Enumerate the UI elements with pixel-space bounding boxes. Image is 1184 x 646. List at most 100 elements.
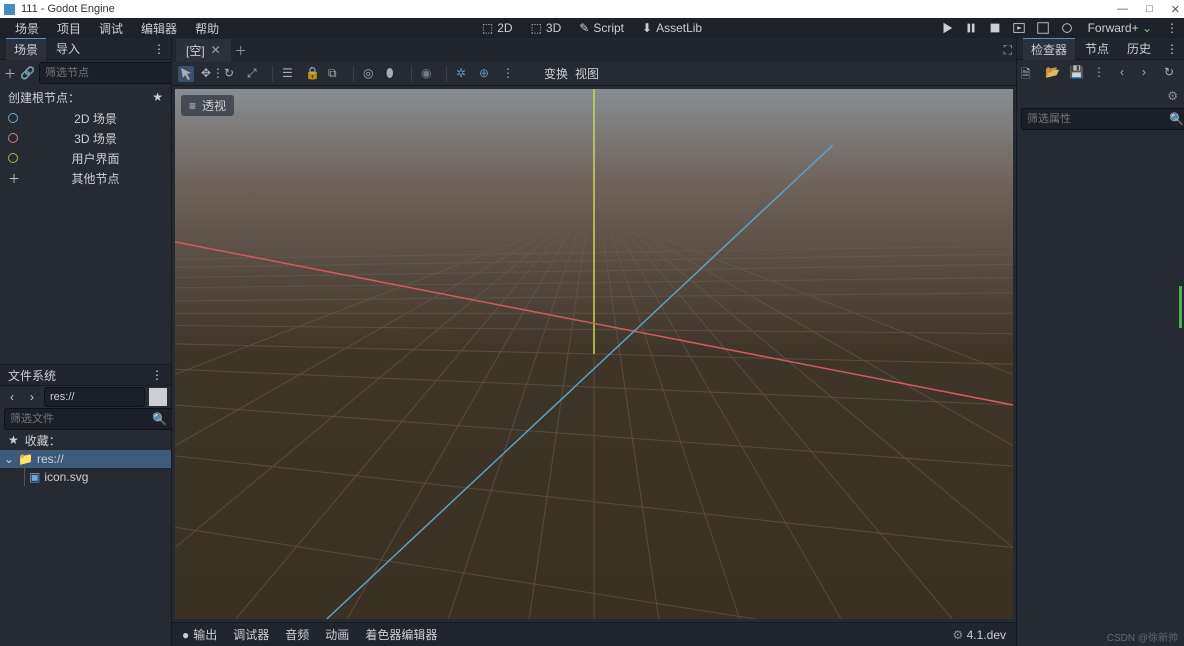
- split-mode-button[interactable]: [149, 388, 167, 406]
- minimize-button[interactable]: —: [1117, 3, 1128, 16]
- create-3d-scene[interactable]: 3D 场景: [0, 128, 171, 148]
- play-icon[interactable]: [940, 21, 954, 35]
- audio-tab[interactable]: 音频: [285, 626, 309, 643]
- create-root-label: 创建根节点： ★: [0, 86, 171, 108]
- scene-search-input[interactable]: [45, 67, 187, 79]
- object-menu-icon[interactable]: ⚙: [1167, 89, 1178, 103]
- nav-forward[interactable]: ›: [24, 389, 40, 405]
- new-resource-icon[interactable]: 🗎: [1021, 65, 1037, 81]
- load-resource-icon[interactable]: 📂: [1045, 65, 1061, 81]
- filesystem-header: 文件系统 ⋮: [0, 364, 171, 386]
- pause-icon[interactable]: [964, 21, 978, 35]
- lock-tool[interactable]: 🔒: [305, 66, 321, 82]
- mode-3d[interactable]: ⬚3D: [523, 19, 570, 37]
- history-list-icon[interactable]: ↻: [1164, 65, 1180, 81]
- tab-scene[interactable]: 场景: [6, 38, 46, 60]
- watermark: CSDN @徐新帅: [1107, 629, 1178, 644]
- list-select-tool[interactable]: ☰: [282, 66, 298, 82]
- menu-dots[interactable]: ⋮: [1166, 21, 1178, 35]
- save-resource-icon[interactable]: 💾: [1069, 65, 1085, 81]
- move-tool[interactable]: ✥: [201, 66, 217, 82]
- search-icon: 🔍: [152, 412, 167, 426]
- filesystem-menu[interactable]: ⋮: [151, 368, 163, 382]
- mode-assetlib[interactable]: ⬇AssetLib: [634, 19, 710, 37]
- movie-icon[interactable]: [1060, 21, 1074, 35]
- view-menu[interactable]: 视图: [575, 65, 599, 82]
- instance-scene-button[interactable]: 🔗: [20, 64, 35, 82]
- history-back-icon[interactable]: ‹: [1120, 65, 1136, 81]
- property-filter[interactable]: 🔍: [1021, 108, 1184, 130]
- group-tool[interactable]: ⧉: [328, 66, 344, 82]
- new-tab-button[interactable]: ＋: [233, 42, 249, 58]
- version-label: ⚙ 4.1.dev: [953, 628, 1006, 642]
- update-spinner: [1179, 286, 1182, 328]
- snap-grid-tool[interactable]: ✲: [456, 66, 472, 82]
- local-space-tool[interactable]: ⬮: [386, 66, 402, 82]
- menu-scene[interactable]: 场景: [6, 18, 48, 39]
- menu-project[interactable]: 项目: [48, 18, 90, 39]
- search-icon: 🔍: [1169, 112, 1184, 126]
- close-tab-icon[interactable]: ✕: [211, 43, 221, 57]
- snap-tool[interactable]: ◉: [421, 66, 437, 82]
- toolbar-more[interactable]: ⋮: [502, 66, 518, 82]
- renderer-select[interactable]: Forward+ ⌄: [1084, 21, 1156, 35]
- rotate-tool[interactable]: ↻: [224, 66, 240, 82]
- ruler-tool[interactable]: ◎: [363, 66, 379, 82]
- play-scene-icon[interactable]: [1012, 21, 1026, 35]
- menu-debug[interactable]: 调试: [90, 18, 132, 39]
- window-title: 111 - Godot Engine: [21, 3, 115, 15]
- app-icon: [4, 4, 15, 15]
- menu-editor[interactable]: 编辑器: [132, 18, 186, 39]
- scene-panel-header: 场景 导入 ⋮: [0, 38, 171, 60]
- maximize-button[interactable]: □: [1146, 3, 1153, 16]
- mode-2d[interactable]: ⬚2D: [474, 19, 521, 37]
- tab-import[interactable]: 导入: [48, 38, 88, 59]
- viewport-toolbar: ✥ ↻ ⤢ ☰ 🔒 ⧉ ◎ ⬮ ◉ ✲ ⊕ ⋮ 变换 视图: [172, 62, 1016, 86]
- collapse-icon[interactable]: ⌄: [4, 452, 14, 466]
- play-custom-icon[interactable]: [1036, 21, 1050, 35]
- history-forward-icon[interactable]: ›: [1142, 65, 1158, 81]
- create-ui-scene[interactable]: 用户界面: [0, 148, 171, 168]
- folder-icon: 📁: [18, 452, 33, 466]
- menu-help[interactable]: 帮助: [186, 18, 228, 39]
- debugger-tab[interactable]: 调试器: [233, 626, 269, 643]
- scene-tabs: [空] ✕ ＋ ⛶: [172, 38, 1016, 62]
- favorites-label: ★收藏：: [0, 430, 171, 450]
- file-filter-input[interactable]: [10, 413, 152, 425]
- add-node-button[interactable]: ＋: [4, 64, 16, 82]
- select-tool[interactable]: [178, 66, 194, 82]
- close-button[interactable]: ✕: [1171, 3, 1180, 16]
- bottom-panel: 输出 调试器 音频 动画 着色器编辑器 ⚙ 4.1.dev: [172, 622, 1016, 646]
- file-filter[interactable]: 🔍: [4, 408, 173, 430]
- tab-history[interactable]: 历史: [1119, 38, 1159, 59]
- tab-node[interactable]: 节点: [1077, 38, 1117, 59]
- animation-tab[interactable]: 动画: [325, 626, 349, 643]
- snap-global-tool[interactable]: ⊕: [479, 66, 495, 82]
- fs-root[interactable]: ⌄ 📁 res://: [0, 450, 171, 468]
- window-titlebar: 111 - Godot Engine — □ ✕: [0, 0, 1184, 18]
- tab-inspector[interactable]: 检查器: [1023, 38, 1075, 60]
- create-2d-scene[interactable]: 2D 场景: [0, 108, 171, 128]
- mode-script[interactable]: ✎Script: [571, 19, 632, 37]
- scene-tab-empty[interactable]: [空] ✕: [176, 39, 231, 62]
- distraction-free-icon[interactable]: ⛶: [1004, 43, 1012, 58]
- scale-tool[interactable]: ⤢: [247, 66, 263, 82]
- main-menubar: 场景 项目 调试 编辑器 帮助 ⬚2D ⬚3D ✎Script ⬇AssetLi…: [0, 18, 1184, 38]
- transform-menu[interactable]: 变换: [544, 65, 568, 82]
- inspector-header: 检查器 节点 历史 ⋮: [1017, 38, 1184, 60]
- favorite-icon[interactable]: ★: [152, 90, 163, 104]
- viewport-3d[interactable]: ≡透视: [175, 89, 1013, 619]
- path-box[interactable]: res://: [44, 387, 145, 407]
- property-filter-input[interactable]: [1027, 113, 1169, 125]
- output-tab[interactable]: 输出: [182, 626, 217, 643]
- inspector-menu[interactable]: ⋮: [1166, 42, 1178, 56]
- fs-file-icon[interactable]: ▣ icon.svg: [0, 468, 171, 486]
- create-other-node[interactable]: ＋其他节点: [0, 168, 171, 188]
- image-file-icon: ▣: [29, 470, 40, 484]
- stop-icon[interactable]: [988, 21, 1002, 35]
- shader-tab[interactable]: 着色器编辑器: [365, 626, 437, 643]
- inspector-options[interactable]: ⋮: [1093, 65, 1109, 81]
- nav-back[interactable]: ‹: [4, 389, 20, 405]
- scene-panel-menu[interactable]: ⋮: [153, 42, 165, 56]
- perspective-button[interactable]: ≡透视: [181, 95, 234, 116]
